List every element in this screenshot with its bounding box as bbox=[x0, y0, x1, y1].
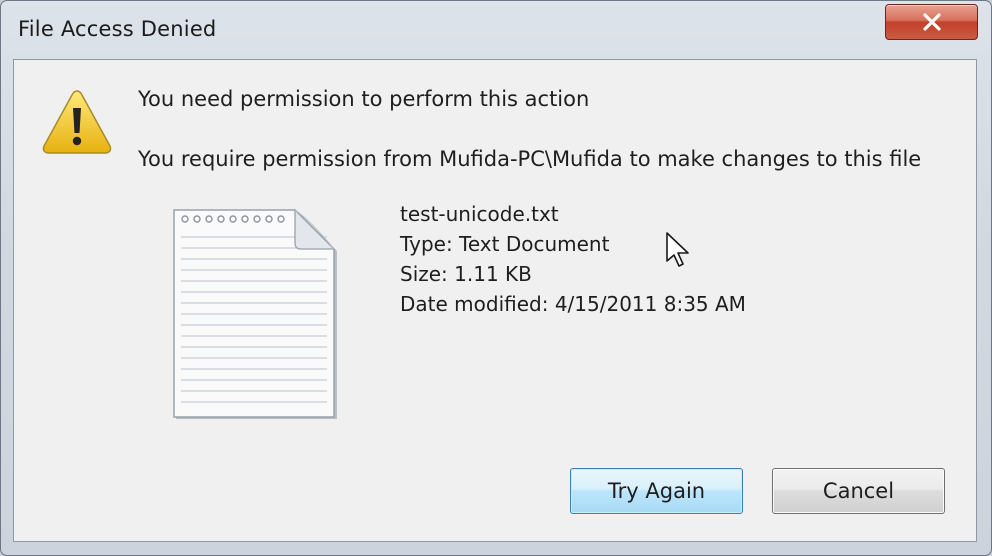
file-name: test-unicode.txt bbox=[400, 202, 559, 226]
mouse-cursor-icon bbox=[666, 232, 689, 267]
close-button[interactable] bbox=[885, 4, 978, 40]
file-size: Size: 1.11 KB bbox=[400, 262, 532, 286]
close-icon bbox=[923, 13, 941, 31]
window-title: File Access Denied bbox=[18, 17, 217, 41]
message-heading: You need permission to perform this acti… bbox=[138, 87, 590, 111]
message-detail: You require permission from Mufida-PC\Mu… bbox=[138, 147, 922, 171]
cancel-button[interactable]: Cancel bbox=[772, 468, 945, 514]
file-type: Type: Text Document bbox=[400, 232, 610, 256]
warning-icon bbox=[42, 90, 112, 154]
text-document-icon bbox=[173, 208, 337, 419]
try-again-button[interactable]: Try Again bbox=[570, 468, 743, 514]
file-date-modified: Date modified: 4/15/2011 8:35 AM bbox=[400, 292, 746, 316]
file-info: test-unicode.txt Type: Text Document Siz… bbox=[400, 199, 746, 319]
dialog-window: File Access Denied You need permission t… bbox=[0, 0, 992, 556]
dialog-content: You need permission to perform this acti… bbox=[13, 59, 977, 542]
